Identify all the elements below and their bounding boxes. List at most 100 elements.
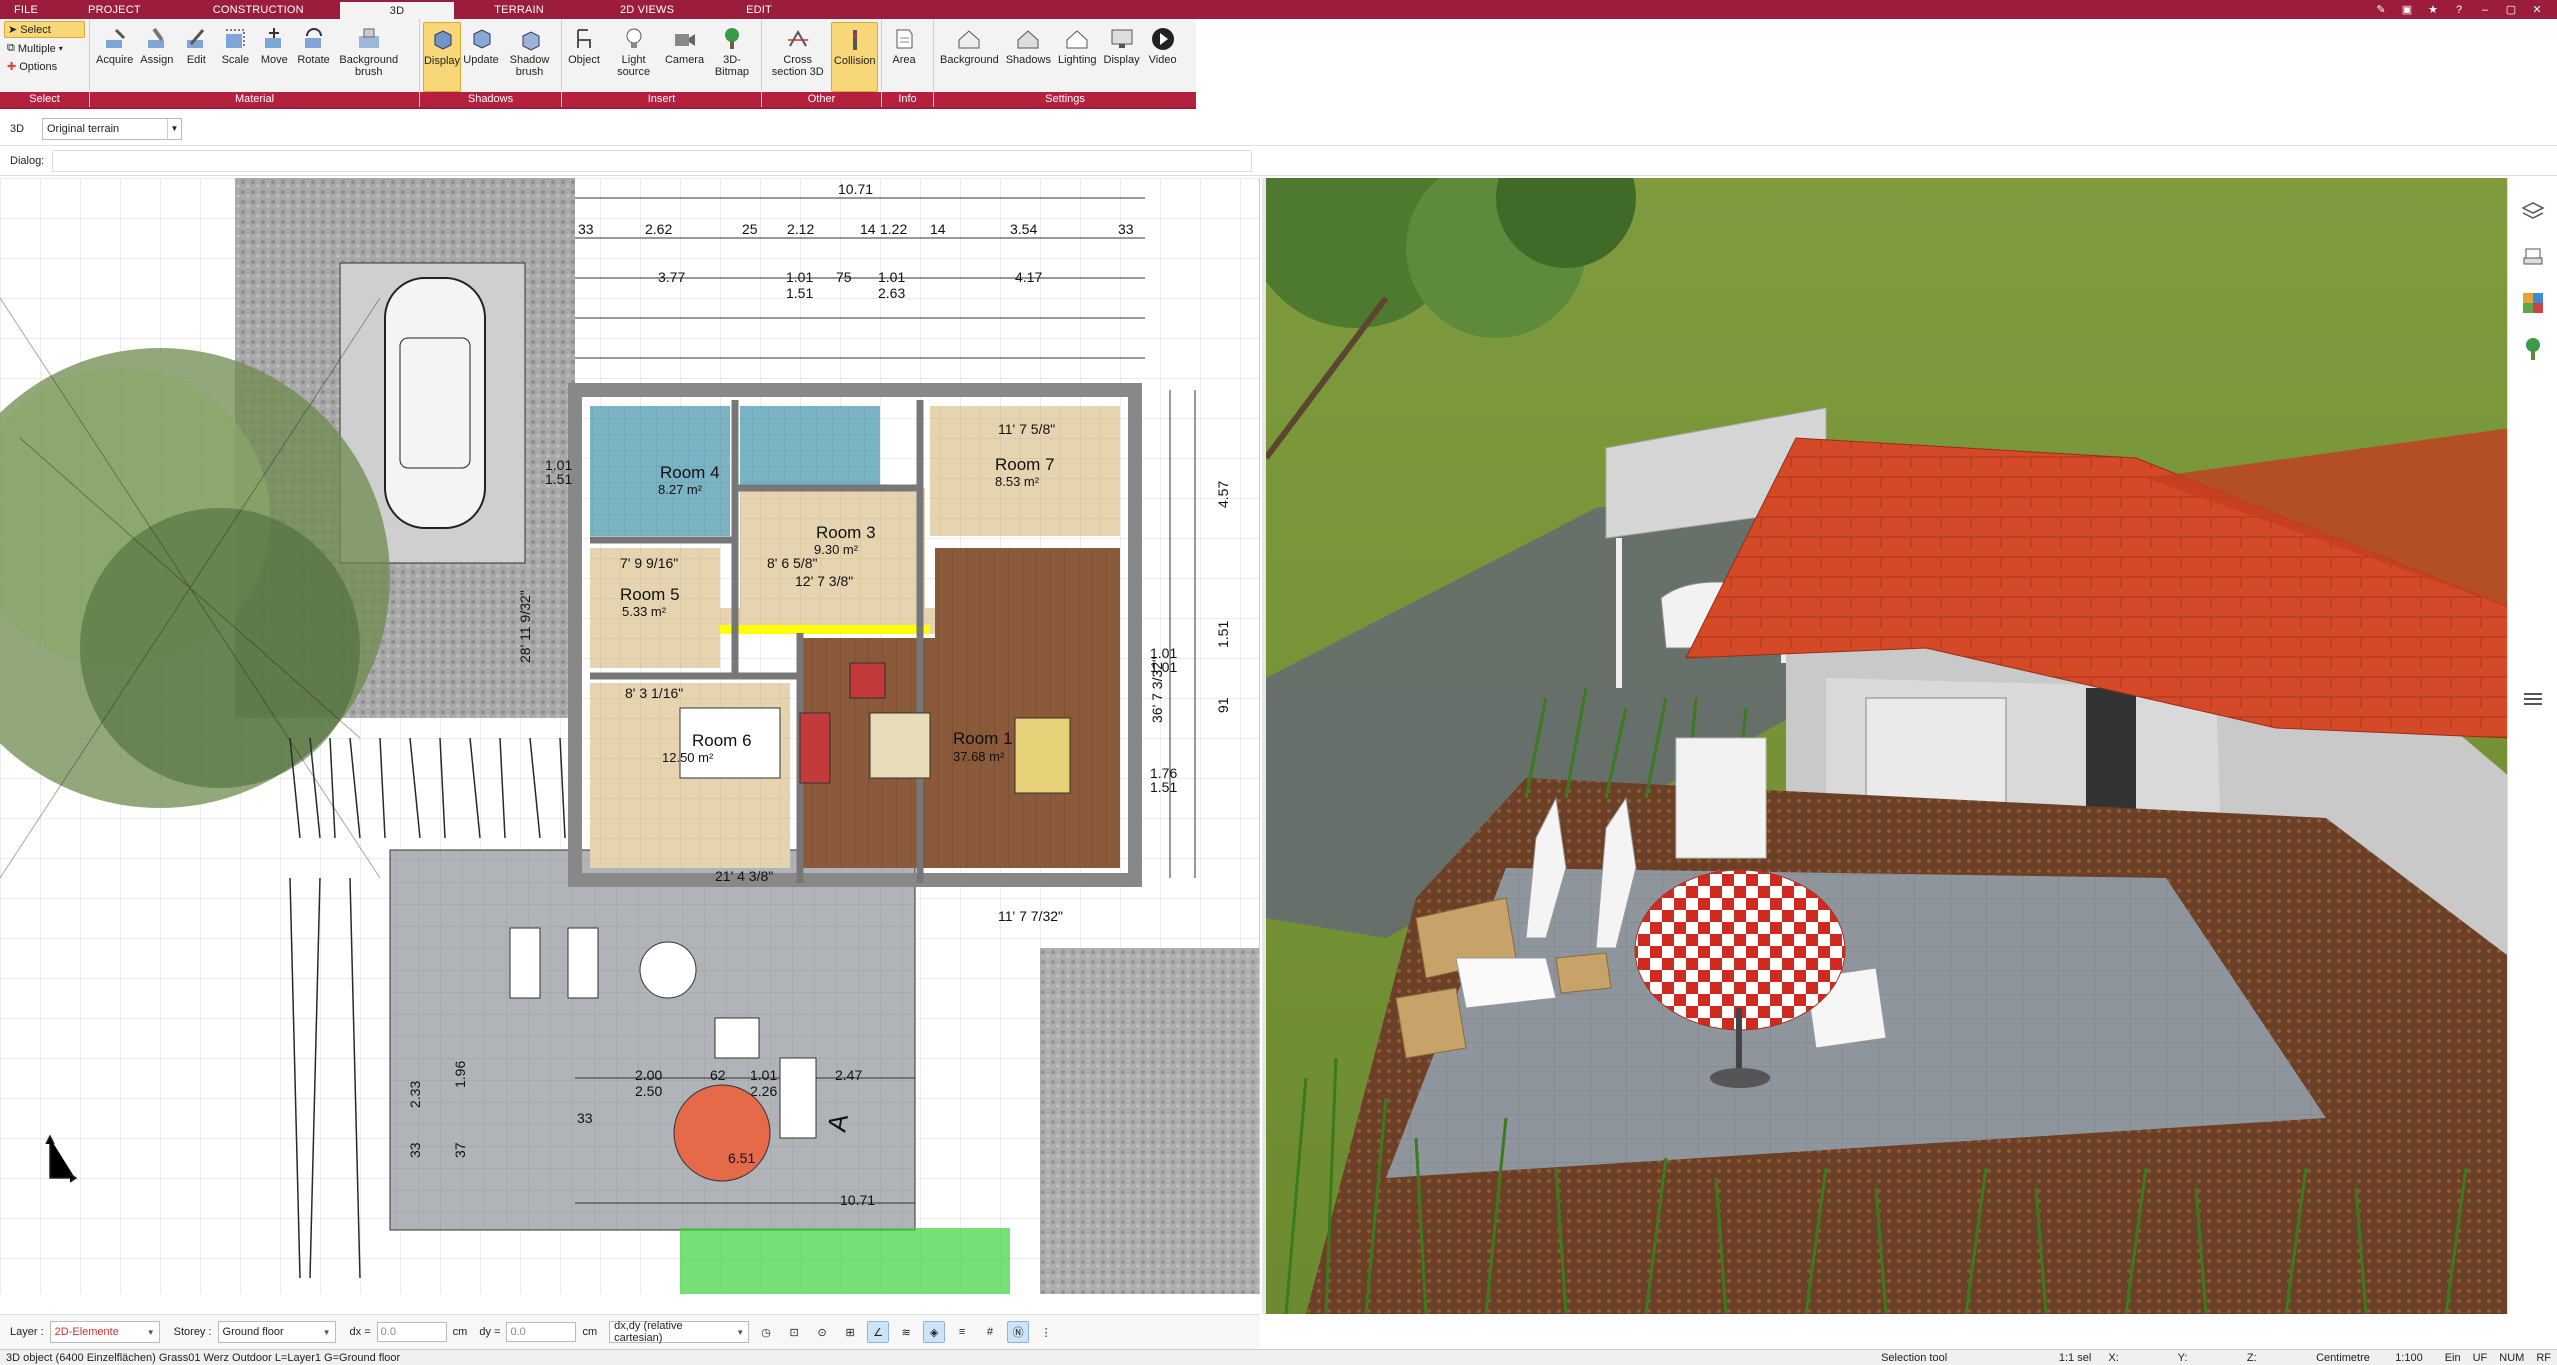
snap-angle-icon[interactable]: ∠	[867, 1321, 890, 1343]
dialog-input[interactable]	[52, 149, 1253, 172]
shadow-brush-button[interactable]: Shadow brush	[501, 22, 558, 92]
dim-label: 91	[1215, 697, 1231, 713]
layers-icon[interactable]	[2518, 196, 2548, 226]
background-button[interactable]: Background	[937, 22, 1002, 92]
room-label[interactable]: Room 5	[620, 585, 680, 604]
area-button[interactable]: Area	[885, 22, 923, 92]
select-button[interactable]: ➤ Select	[4, 21, 85, 38]
ribbon-group-other: Cross section 3D Collision Other	[762, 19, 882, 107]
materials-icon[interactable]	[2518, 288, 2548, 318]
snap-icon[interactable]: ⊡	[783, 1321, 805, 1343]
dim-label: 3.77	[658, 269, 685, 285]
dim-label: 4.57	[1215, 481, 1231, 508]
dy-input[interactable]: 0.0	[506, 1322, 577, 1342]
dim-label: 2.50	[635, 1083, 662, 1099]
status-ein: Ein	[2444, 1351, 2461, 1364]
assign-button[interactable]: Assign	[137, 22, 176, 92]
panel-menu-icon[interactable]	[2518, 684, 2548, 714]
snap-object-icon[interactable]: ◈	[923, 1321, 946, 1343]
rotate-icon	[299, 24, 329, 54]
north-icon[interactable]: Ⓝ	[1007, 1321, 1030, 1343]
tab-edit[interactable]: EDIT	[710, 0, 808, 19]
group-label-info: Info	[882, 92, 933, 107]
dx-input[interactable]: 0.0	[376, 1322, 447, 1342]
dim-label: 1.96	[452, 1061, 468, 1088]
grid-icon[interactable]: #	[979, 1321, 1001, 1343]
car-symbol	[384, 277, 486, 529]
parasol-size: 6.51	[728, 1150, 755, 1166]
pipette-icon	[100, 24, 130, 54]
dining-table	[1014, 717, 1071, 794]
furniture-icon[interactable]	[2518, 242, 2548, 272]
acquire-button[interactable]: Acquire	[93, 22, 136, 92]
tab-3d[interactable]: 3D	[339, 0, 455, 19]
room-area: 5.33 m²	[622, 604, 667, 619]
multiple-button[interactable]: ⧉ Multiple ▾	[4, 41, 85, 56]
sofa-red	[799, 712, 831, 784]
collision-button[interactable]: Collision	[831, 22, 878, 92]
shadows-settings-button[interactable]: Shadows	[1003, 22, 1054, 92]
snap-edge-icon[interactable]: ⊞	[839, 1321, 861, 1343]
house-window-3d	[1675, 737, 1767, 859]
lighting-button[interactable]: Lighting	[1055, 22, 1100, 92]
dim-imperial: 7' 9 9/16"	[620, 555, 678, 571]
3d-view[interactable]	[1262, 178, 2507, 1314]
snap-point-icon[interactable]: ⊙	[811, 1321, 833, 1343]
status-z: Z:	[2246, 1351, 2257, 1364]
star-icon[interactable]: ★	[2427, 4, 2439, 16]
video-button[interactable]: Video	[1144, 22, 1182, 92]
tab-construction[interactable]: CONSTRUCTION	[177, 0, 340, 19]
edit-material-button[interactable]: Edit	[177, 22, 215, 92]
plants-icon[interactable]	[2518, 334, 2548, 364]
background-brush-button[interactable]: Background brush	[334, 22, 404, 92]
dim-label: 2.47	[835, 1067, 862, 1083]
tab-2d-views[interactable]: 2D VIEWS	[584, 0, 710, 19]
cross-section-3d-button[interactable]: Cross section 3D	[765, 22, 830, 92]
room-area: 8.27 m²	[658, 482, 703, 497]
room-label[interactable]: Room 6	[692, 731, 752, 750]
move-button[interactable]: Move	[255, 22, 293, 92]
maximize-icon[interactable]: ▢	[2505, 4, 2517, 16]
lightbulb-icon	[619, 24, 649, 54]
coordinate-mode-select[interactable]: dx,dy (relative cartesian) ▼	[609, 1320, 750, 1344]
terrain-select[interactable]: Original terrain ▼	[42, 117, 182, 140]
tab-terrain[interactable]: TERRAIN	[454, 0, 584, 19]
room-label[interactable]: Room 7	[995, 455, 1055, 474]
dim-imperial: 11' 7 7/32"	[998, 908, 1063, 924]
room-label[interactable]: Room 1	[953, 729, 1013, 748]
help-icon[interactable]: ?	[2453, 4, 2465, 16]
update-shadows-button[interactable]: Update	[462, 22, 500, 92]
object-button[interactable]: Object	[565, 22, 603, 92]
3d-bitmap-button[interactable]: 3D-Bitmap	[706, 22, 758, 92]
settings-icon[interactable]: ▣	[2401, 4, 2413, 16]
snap-line-icon[interactable]: ≋	[895, 1321, 917, 1343]
camera-button[interactable]: Camera	[664, 22, 705, 92]
close-icon[interactable]: ✕	[2531, 4, 2543, 16]
dx-label: dx =	[349, 1326, 371, 1338]
more-options-icon[interactable]: ⋮	[1035, 1321, 1057, 1343]
shadow-brush-icon	[515, 24, 545, 54]
group-label-select: Select	[0, 92, 89, 107]
display-settings-button[interactable]: Display	[1101, 22, 1143, 92]
minimize-icon[interactable]: –	[2479, 4, 2491, 16]
bottom-toolbar: Layer : 2D-Elemente ▼ Storey : Ground flo…	[0, 1314, 1260, 1349]
dim-label: 1.01	[750, 1067, 777, 1083]
dim-label: 2.26	[750, 1083, 777, 1099]
rotate-button[interactable]: Rotate	[294, 22, 332, 92]
room-label[interactable]: Room 3	[816, 523, 876, 542]
plus-icon: ✚	[7, 61, 17, 73]
room-label[interactable]: Room 4	[660, 463, 720, 482]
tab-file[interactable]: FILE	[0, 0, 52, 19]
clock-icon[interactable]: ◷	[755, 1321, 777, 1343]
light-source-button[interactable]: Light source	[604, 22, 663, 92]
scale-button[interactable]: Scale	[216, 22, 254, 92]
tab-project[interactable]: PROJECT	[52, 0, 177, 19]
floor-plan-view[interactable]: 10.71 2.62 25 2.12 14 1.22 14 3.54 33 33…	[0, 178, 1260, 1294]
display-shadows-button[interactable]: Display	[423, 22, 461, 92]
bath-floor	[740, 406, 880, 486]
tools-icon[interactable]: ✎	[2375, 4, 2387, 16]
storey-select[interactable]: Ground floor ▼	[217, 1321, 336, 1343]
layer-select[interactable]: 2D-Elemente ▼	[49, 1321, 160, 1343]
wall-icon[interactable]: ≡	[951, 1321, 973, 1343]
options-button[interactable]: ✚ Options	[4, 59, 85, 74]
